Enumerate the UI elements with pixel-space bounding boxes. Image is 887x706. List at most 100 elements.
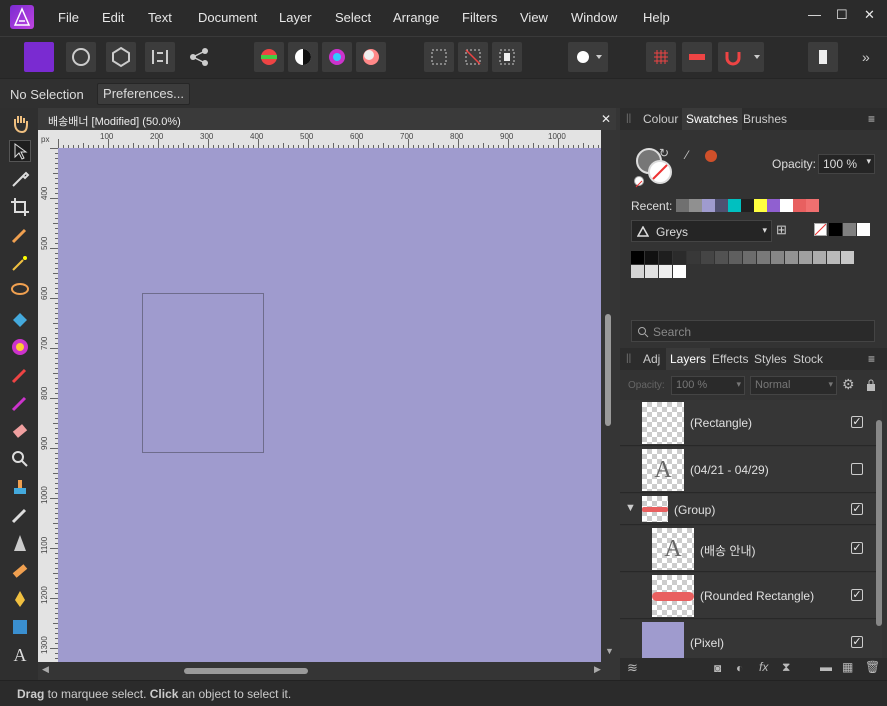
menu-help[interactable]: Help [643, 10, 670, 25]
maximize-button[interactable]: ☐ [836, 7, 848, 23]
menu-file[interactable]: File [58, 10, 79, 25]
panel-grip-icon[interactable]: || [626, 113, 631, 124]
scroll-right-icon[interactable]: ▶ [594, 664, 601, 675]
tab-brushes[interactable]: Brushes [739, 108, 791, 130]
assistant-icon[interactable] [808, 42, 838, 72]
gradient-tool-icon[interactable] [9, 336, 31, 358]
flood-fill-tool-icon[interactable] [9, 308, 31, 330]
layer-stack-icon[interactable]: ≋ [627, 660, 638, 676]
affinity-logo-icon[interactable] [10, 5, 34, 29]
insertion-mode-icon[interactable] [568, 42, 608, 72]
grey-swatch[interactable] [659, 251, 672, 264]
hue-icon[interactable] [322, 42, 352, 72]
layers-scrollbar[interactable] [876, 420, 882, 626]
grey-swatch[interactable] [813, 251, 826, 264]
document-tab[interactable]: 배송배너 [Modified] (50.0%) ✕ [38, 108, 616, 130]
recent-swatch[interactable] [676, 199, 689, 212]
none-swatch[interactable] [814, 223, 827, 236]
vertical-ruler[interactable]: 400 500 600 700 800 900 1000 1100 1200 1… [38, 148, 58, 662]
colour-picker-tool-icon[interactable] [9, 168, 31, 190]
tab-stock[interactable]: Stock [789, 348, 827, 370]
menu-arrange[interactable]: Arrange [393, 10, 439, 25]
scroll-down-icon[interactable]: ▼ [605, 646, 614, 656]
vertical-scrollbar[interactable] [605, 314, 611, 426]
grey-swatch[interactable] [841, 251, 854, 264]
designer-persona-icon[interactable] [24, 42, 54, 72]
hand-tool-icon[interactable] [9, 112, 31, 134]
layer-visibility-checkbox[interactable]: ✓ [851, 636, 863, 648]
menu-view[interactable]: View [520, 10, 548, 25]
dropdown-arrow-icon[interactable]: ▾ [828, 379, 833, 390]
marquee-icon[interactable] [424, 42, 454, 72]
layer-row[interactable]: (Pixel) ✓ [620, 620, 882, 658]
fx-icon[interactable]: fx [759, 660, 768, 674]
snapping-magnet-icon[interactable] [718, 42, 764, 72]
tab-styles[interactable]: Styles [750, 348, 791, 370]
paint-brush-tool-icon[interactable] [9, 364, 31, 386]
black-swatch[interactable] [829, 223, 842, 236]
grey-swatch[interactable] [673, 265, 686, 278]
adjustment-icon[interactable]: ◐ [736, 661, 743, 675]
selection-brush-tool-icon[interactable] [9, 224, 31, 246]
layer-visibility-checkbox[interactable]: ✓ [851, 589, 863, 601]
grey-swatch[interactable] [701, 251, 714, 264]
grey-swatch[interactable] [743, 251, 756, 264]
grey-swatch[interactable] [645, 265, 658, 278]
grey-swatch[interactable] [631, 265, 644, 278]
share-icon[interactable] [184, 42, 214, 72]
lasso-tool-icon[interactable] [9, 280, 31, 302]
menu-filters[interactable]: Filters [462, 10, 497, 25]
search-input[interactable]: Search [653, 325, 691, 339]
snapping-grid-icon[interactable] [646, 42, 676, 72]
layer-visibility-checkbox[interactable]: ✓ [851, 503, 863, 515]
healing-tool-icon[interactable] [9, 560, 31, 582]
stroke-colour-well[interactable] [648, 160, 672, 184]
recent-swatch[interactable] [767, 199, 780, 212]
menu-layer[interactable]: Layer [279, 10, 312, 25]
magic-wand-tool-icon[interactable] [9, 252, 31, 274]
dropdown-arrow-icon[interactable]: ▾ [866, 156, 871, 167]
menu-select[interactable]: Select [335, 10, 371, 25]
grey-swatch[interactable] [757, 251, 770, 264]
layer-row[interactable]: (Rectangle) ✓ [620, 400, 882, 446]
zoom-tool-icon[interactable] [9, 448, 31, 470]
canvas[interactable] [58, 148, 601, 662]
smudge-tool-icon[interactable] [9, 504, 31, 526]
tab-effects[interactable]: Effects [708, 348, 752, 370]
recent-swatch[interactable] [702, 199, 715, 212]
toolbar-overflow-icon[interactable]: » [862, 42, 882, 72]
live-filter-icon[interactable]: ⧗ [782, 660, 790, 675]
grey-swatch[interactable] [715, 251, 728, 264]
rectangle-object[interactable] [142, 293, 264, 453]
grey-swatch[interactable] [687, 251, 700, 264]
erase-tool-icon[interactable] [9, 420, 31, 442]
layer-opacity-field[interactable]: 100 % ▾ [671, 376, 745, 395]
layer-row[interactable]: (Rounded Rectangle) ✓ [620, 573, 882, 619]
crop-tool-icon[interactable] [9, 196, 31, 218]
recent-swatch[interactable] [689, 199, 702, 212]
grey-swatch[interactable] [771, 251, 784, 264]
layer-visibility-checkbox[interactable]: ✓ [851, 416, 863, 428]
sharpen-tool-icon[interactable] [9, 532, 31, 554]
dropdown-arrow-icon[interactable]: ▾ [736, 379, 741, 390]
layer-visibility-checkbox[interactable]: ✓ [851, 542, 863, 554]
grey-swatch[interactable] [673, 251, 686, 264]
gradient-icon[interactable] [356, 42, 386, 72]
layer-row[interactable]: ▼ (Group) ✓ [620, 494, 882, 525]
tab-colour[interactable]: Colour [639, 108, 682, 130]
panel-menu-icon[interactable]: ≡ [868, 112, 875, 126]
colour-wheel-icon[interactable] [254, 42, 284, 72]
menu-window[interactable]: Window [571, 10, 617, 25]
palette-options-icon[interactable]: ⊞ [776, 222, 787, 238]
menu-edit[interactable]: Edit [102, 10, 124, 25]
panel-grip-icon[interactable]: || [626, 353, 631, 364]
palette-selector[interactable]: Greys ▾ [631, 220, 772, 242]
recent-swatch[interactable] [741, 199, 754, 212]
pixel-persona-icon[interactable] [66, 42, 96, 72]
close-document-icon[interactable]: ✕ [601, 112, 611, 126]
layer-row[interactable]: A (04/21 - 04/29) [620, 447, 882, 493]
horizontal-scrollbar[interactable] [184, 668, 308, 674]
contrast-icon[interactable] [288, 42, 318, 72]
tab-adj[interactable]: Adj [639, 348, 664, 370]
grey-swatch[interactable] [645, 251, 658, 264]
